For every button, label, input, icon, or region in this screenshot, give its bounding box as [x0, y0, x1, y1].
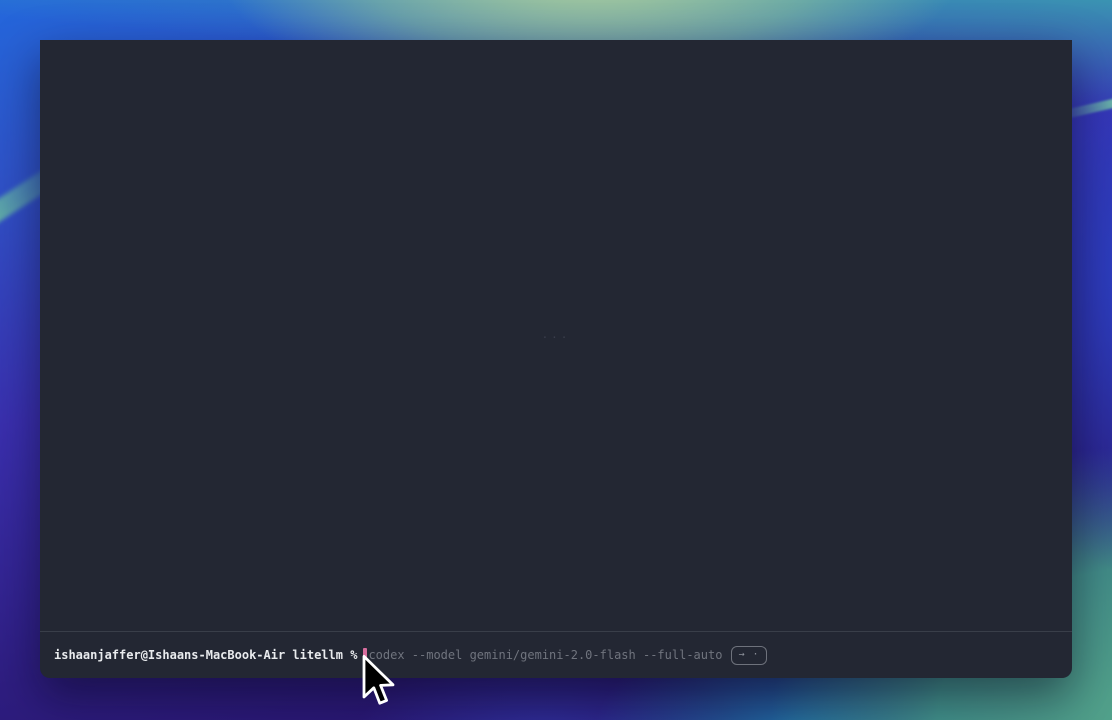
- loading-ellipsis: ···: [542, 331, 571, 344]
- terminal-command-line[interactable]: ishaanjaffer@Ishaans-MacBook-Air litellm…: [40, 631, 1072, 678]
- text-caret: [363, 648, 367, 663]
- shell-prompt: ishaanjaffer@Ishaans-MacBook-Air litellm…: [54, 649, 357, 661]
- tab-hint-badge: → ·: [731, 646, 766, 665]
- autosuggestion-text: codex --model gemini/gemini-2.0-flash --…: [368, 649, 722, 661]
- terminal-window: ··· ishaanjaffer@Ishaans-MacBook-Air lit…: [40, 40, 1072, 678]
- terminal-output-area: ···: [40, 40, 1072, 631]
